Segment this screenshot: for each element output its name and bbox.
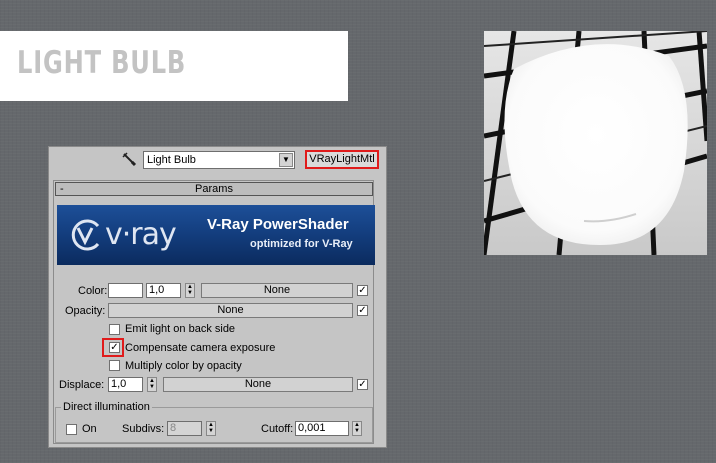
- opacity-map-enabled-checkbox[interactable]: ✓: [357, 305, 368, 316]
- multiply-by-opacity-label: Multiply color by opacity: [125, 360, 242, 372]
- material-type-button[interactable]: VRayLightMtl: [305, 150, 379, 169]
- direct-illumination-title: Direct illumination: [61, 400, 152, 414]
- banner-subtitle: optimized for V-Ray: [250, 238, 353, 250]
- color-map-enabled-checkbox[interactable]: ✓: [357, 285, 368, 296]
- cutoff-label: Cutoff:: [261, 423, 294, 435]
- slide-title: LIGHT BULB: [17, 45, 187, 81]
- material-editor-panel: Light Bulb ▼ VRayLightMtl - Params v·ray…: [48, 146, 387, 448]
- color-map-button[interactable]: None: [201, 283, 353, 298]
- rollout-title: Params: [195, 183, 233, 195]
- color-swatch[interactable]: [108, 283, 143, 298]
- opacity-label: Opacity:: [65, 305, 106, 317]
- displace-amount-spinner[interactable]: ▲ ▼: [147, 377, 157, 392]
- render-preview-image: [484, 31, 707, 255]
- compensate-exposure-label: Compensate camera exposure: [125, 342, 276, 354]
- emit-back-side-checkbox[interactable]: [109, 324, 120, 335]
- subdivs-spinner[interactable]: ▲ ▼: [206, 421, 216, 436]
- vray-logo-icon: [68, 218, 104, 255]
- subdivs-input[interactable]: 8: [167, 421, 202, 436]
- render-preview: [484, 31, 707, 255]
- banner-brand: v·ray: [105, 217, 177, 252]
- displace-map-button[interactable]: None: [163, 377, 353, 392]
- vray-banner: v·ray V-Ray PowerShader optimized for V-…: [57, 205, 375, 265]
- banner-title: V-Ray PowerShader: [207, 216, 349, 233]
- params-rollout-header[interactable]: - Params: [55, 182, 373, 196]
- displace-label: Displace:: [59, 379, 105, 391]
- color-multiplier-input[interactable]: 1,0: [146, 283, 181, 298]
- cutoff-input[interactable]: 0,001: [295, 421, 349, 436]
- emit-back-side-label: Emit light on back side: [125, 323, 236, 335]
- material-name-dropdown[interactable]: Light Bulb ▼: [143, 151, 295, 169]
- chevron-down-icon[interactable]: ▼: [279, 153, 293, 167]
- displace-map-enabled-checkbox[interactable]: ✓: [357, 379, 368, 390]
- pick-material-eyedropper-icon[interactable]: [121, 151, 137, 167]
- direct-illumination-on-checkbox[interactable]: [66, 424, 77, 435]
- cutoff-spinner[interactable]: ▲ ▼: [352, 421, 362, 436]
- material-name: Light Bulb: [147, 154, 196, 166]
- multiply-by-opacity-checkbox[interactable]: [109, 360, 120, 371]
- displace-amount-input[interactable]: 1,0: [108, 377, 143, 392]
- color-multiplier-spinner[interactable]: ▲ ▼: [185, 283, 195, 298]
- direct-illumination-on-label: On: [82, 423, 97, 435]
- subdivs-label: Subdivs:: [122, 423, 165, 435]
- slide-title-box: LIGHT BULB: [0, 31, 348, 101]
- checkbox-highlight-box: [102, 338, 124, 357]
- color-label: Color:: [78, 285, 108, 297]
- opacity-map-button[interactable]: None: [108, 303, 353, 318]
